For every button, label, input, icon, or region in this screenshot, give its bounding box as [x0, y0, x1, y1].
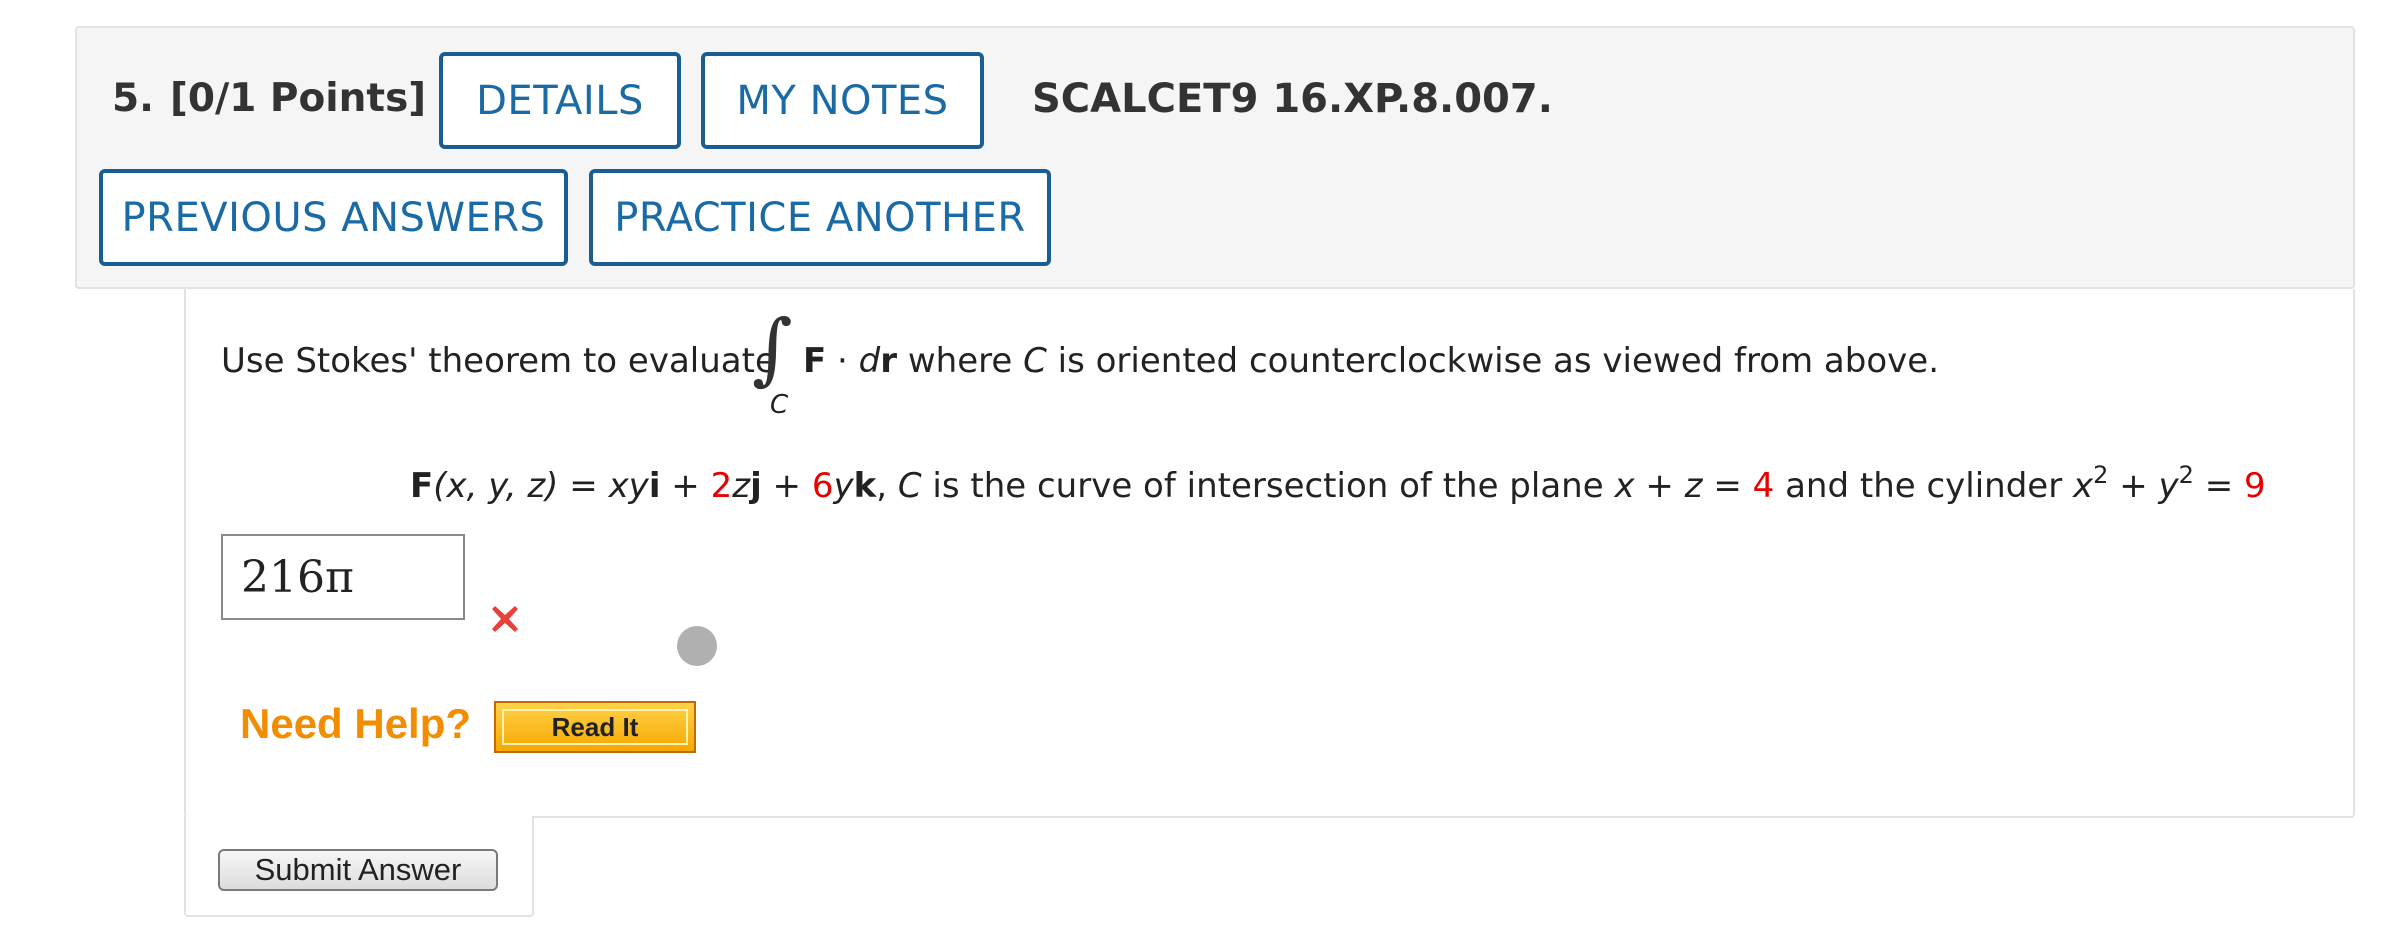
formula-equals: = [558, 466, 609, 506]
question-intro: Use Stokes' theorem to evaluate [221, 341, 776, 381]
previous-answers-button[interactable]: PREVIOUS ANSWERS [99, 169, 568, 266]
read-it-button[interactable]: Read It [494, 701, 696, 753]
vector-field-formula: F(x, y, z) = xyi + 2zj + 6yk, C is the c… [410, 463, 2266, 506]
cylinder-description: and the cylinder [1774, 466, 2074, 506]
integral-subscript: C [770, 390, 789, 420]
question-number: 5. [112, 76, 154, 121]
cylinder-value: 9 [2244, 466, 2266, 506]
plane-expression: x + z [1614, 466, 1703, 506]
integral-symbol: ∫ [752, 304, 793, 394]
my-notes-button[interactable]: MY NOTES [701, 52, 984, 149]
dot-operator: · [826, 341, 859, 381]
practice-another-button[interactable]: PRACTICE ANOTHER [589, 169, 1051, 266]
need-help-label: Need Help? [240, 700, 472, 747]
answer-input[interactable]: 216π [221, 534, 465, 620]
status-dot-icon [677, 626, 717, 666]
orientation-text: is oriented counterclockwise as viewed f… [1046, 341, 1939, 381]
formula-plus: + [2108, 466, 2159, 506]
question-points: [0/1 Points] [170, 76, 427, 121]
formula-coef-j: 2 [710, 466, 733, 506]
question-code: SCALCET9 16.XP.8.007. [1032, 76, 1553, 122]
formula-plus: + [761, 466, 812, 506]
question-page: 5. [0/1 Points] DETAILS MY NOTES SCALCET… [0, 0, 2388, 933]
formula-C: C [897, 466, 922, 506]
formula-y: y [833, 466, 854, 506]
formula-args: (x, y, z) [433, 466, 559, 506]
formula-k: k [853, 466, 877, 506]
vector-r: r [880, 341, 898, 381]
curve-description: is the curve of intersection of the plan… [921, 466, 1615, 506]
formula-coef-k: 6 [811, 466, 834, 506]
plane-value: 4 [1752, 466, 1775, 506]
formula-equals: = [1702, 466, 1753, 506]
formula-i: i [648, 466, 661, 506]
exponent: 2 [2093, 461, 2109, 489]
formula-F: F [410, 466, 434, 506]
formula-z: z [732, 466, 751, 506]
differential-d: d [858, 341, 881, 381]
where-text: where [897, 341, 1024, 381]
curve-C: C [1023, 341, 1047, 381]
formula-comma: , [876, 466, 898, 506]
submit-answer-button[interactable]: Submit Answer [218, 849, 498, 891]
formula-j: j [750, 466, 762, 506]
wrong-x-icon [492, 606, 518, 632]
formula-plus: + [660, 466, 711, 506]
read-it-label: Read It [502, 709, 688, 745]
details-button[interactable]: DETAILS [439, 52, 681, 149]
formula-y: y [2158, 466, 2179, 506]
formula-equals: = [2193, 466, 2245, 506]
exponent: 2 [2178, 461, 2194, 489]
formula-xy: xy [608, 466, 649, 506]
field-F: F [803, 341, 827, 381]
formula-x: x [2073, 466, 2094, 506]
question-text: F · dr where C is oriented counterclockw… [803, 341, 1939, 381]
